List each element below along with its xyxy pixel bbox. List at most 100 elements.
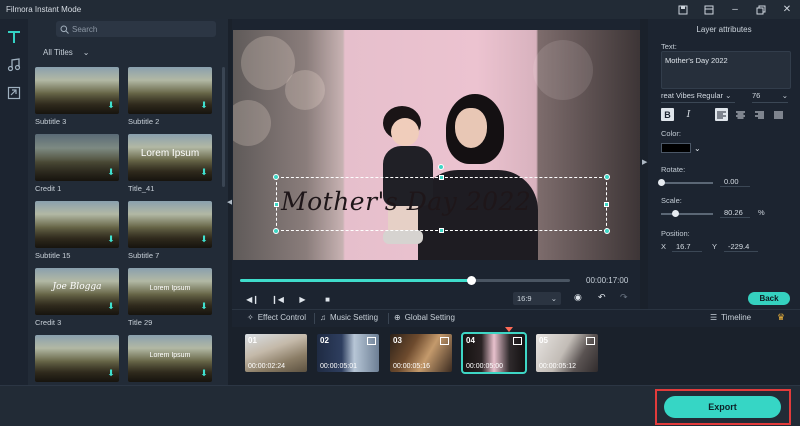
rotate-value[interactable]: 0.00 <box>720 177 750 187</box>
download-icon[interactable]: ⬇ <box>107 302 115 311</box>
tab-effect-control[interactable]: ✧ Effect Control <box>247 313 306 322</box>
color-picker[interactable]: ⌄ <box>661 142 701 154</box>
rotate-handle[interactable] <box>438 164 444 170</box>
undo-icon[interactable]: ↶ <box>598 292 606 303</box>
rotate-slider[interactable] <box>658 179 713 186</box>
title-item[interactable]: ⬇ Credit 1 <box>35 134 119 193</box>
play-icon[interactable]: ▶ <box>290 295 315 304</box>
resize-handle[interactable] <box>273 228 279 234</box>
tab-label: Effect Control <box>257 313 307 322</box>
category-filter[interactable]: All Titles ⌄ <box>43 48 90 57</box>
download-icon[interactable]: ⬇ <box>200 235 208 244</box>
scale-slider[interactable] <box>661 210 713 217</box>
slider-knob[interactable] <box>672 210 679 217</box>
progress-knob[interactable] <box>467 276 476 285</box>
thumbnail-overlay-text: Lorem Ipsum <box>149 352 191 359</box>
download-icon[interactable]: ⬇ <box>107 168 115 177</box>
scale-value[interactable]: 80.26 <box>720 208 750 218</box>
prev-frame-icon[interactable]: ◀❙ <box>240 295 265 304</box>
tab-global-setting[interactable]: ⊕ Global Setting <box>388 313 455 324</box>
collapse-right-icon[interactable]: ▶ <box>642 158 647 166</box>
font-size-select[interactable]: 76 ⌄ <box>752 91 788 103</box>
playhead-marker[interactable] <box>505 327 513 332</box>
download-icon[interactable]: ⬇ <box>107 369 115 378</box>
download-icon[interactable]: ⬇ <box>200 168 208 177</box>
clip-item[interactable]: 03 00:00:05:16 <box>390 334 452 372</box>
resize-handle[interactable] <box>604 228 610 234</box>
tab-label: Timeline <box>721 313 752 322</box>
title-item[interactable]: Lorem Ipsum ⬇ <box>128 335 212 385</box>
search-box[interactable] <box>56 21 216 37</box>
align-right-button[interactable] <box>753 108 766 121</box>
color-swatch <box>661 143 691 153</box>
music-icon[interactable] <box>0 51 28 79</box>
tab-timeline[interactable]: ☰ Timeline <box>710 313 751 322</box>
clip-duration: 00:00:05:01 <box>320 363 357 370</box>
library-scrollbar[interactable] <box>222 67 225 187</box>
title-item-label: Subtitle 7 <box>128 251 160 260</box>
title-item[interactable]: ⬇ Subtitle 7 <box>128 201 212 260</box>
close-icon[interactable]: ✕ <box>774 0 800 19</box>
title-item[interactable]: ⬇ Subtitle 15 <box>35 201 119 260</box>
font-select[interactable]: reat Vibes Regular ⌄ <box>661 91 735 103</box>
settings-tabs: ✧ Effect Control ♫ Music Setting ⊕ Global S… <box>232 309 800 327</box>
restore-icon[interactable] <box>748 0 774 19</box>
italic-button[interactable]: I <box>682 108 695 121</box>
resize-handle[interactable] <box>439 175 444 180</box>
position-y-value[interactable]: -229.4 <box>724 242 758 252</box>
resize-handle[interactable] <box>273 174 279 180</box>
progress-track[interactable] <box>240 276 570 285</box>
bokeh-light <box>285 70 325 110</box>
clip-item[interactable]: 02 00:00:05:01 <box>317 334 379 372</box>
save-icon[interactable] <box>670 0 696 19</box>
align-left-button[interactable] <box>715 108 728 121</box>
video-preview[interactable]: Mother's Day 2022 <box>233 30 640 260</box>
download-icon[interactable]: ⬇ <box>200 369 208 378</box>
crown-icon[interactable]: ♛ <box>777 312 785 323</box>
slider-knob[interactable] <box>658 179 665 186</box>
snapshot-icon[interactable]: ◉ <box>574 292 582 303</box>
clip-item[interactable]: 05 00:00:05:12 <box>536 334 598 372</box>
photo-subject <box>455 108 487 148</box>
resize-handle[interactable] <box>604 174 610 180</box>
playback-progress[interactable]: 00:00:17:00 <box>240 274 640 288</box>
download-icon[interactable]: ⬇ <box>200 101 208 110</box>
resize-handle[interactable] <box>274 202 279 207</box>
download-icon[interactable]: ⬇ <box>200 302 208 311</box>
title-item[interactable]: ⬇ <box>35 335 119 385</box>
font-size-value: 76 <box>752 91 761 100</box>
download-icon[interactable]: ⬇ <box>107 235 115 244</box>
position-x-value[interactable]: 16.7 <box>672 242 702 252</box>
search-input[interactable] <box>72 24 202 34</box>
export-button[interactable]: Export <box>664 396 781 418</box>
text-field[interactable]: Mother's Day 2022 <box>661 51 791 89</box>
stop-icon[interactable]: ■ <box>315 295 340 304</box>
minimize-icon[interactable]: – <box>722 0 748 19</box>
title-item[interactable]: Lorem Ipsum ⬇ Title 29 <box>128 268 212 327</box>
back-button[interactable]: Back <box>748 292 790 305</box>
preview-area: Mother's Day 2022 00:00:17:00 ◀❙ ❙◀ ▶ ■ … <box>232 19 640 309</box>
align-center-button[interactable] <box>734 108 747 121</box>
title-item[interactable]: Lorem Ipsum ⬇ Title_41 <box>128 134 212 193</box>
resize-handle[interactable] <box>439 228 444 233</box>
clip-item[interactable]: 01 00:00:02:24 <box>245 334 307 372</box>
download-icon[interactable]: ⬇ <box>107 101 115 110</box>
tab-music-setting[interactable]: ♫ Music Setting <box>314 313 378 324</box>
step-back-icon[interactable]: ❙◀ <box>265 295 290 304</box>
resize-handle[interactable] <box>604 202 609 207</box>
title-item[interactable]: Joe Blogga ⬇ Credit 3 <box>35 268 119 327</box>
import-icon[interactable] <box>0 79 28 107</box>
text-selection-box[interactable] <box>273 164 610 234</box>
titles-icon[interactable] <box>0 23 28 51</box>
clip-item-selected[interactable]: 04 00:00:05:00 <box>461 332 527 374</box>
bokeh-light <box>533 40 593 100</box>
thumbnail-overlay-text: Lorem Ipsum <box>149 285 191 292</box>
timeline-icon: ☰ <box>710 313 718 322</box>
title-item[interactable]: ⬇ Subtitle 3 <box>35 67 119 126</box>
title-item[interactable]: ⬇ Subtitle 2 <box>128 67 212 126</box>
aspect-ratio-select[interactable]: 16:9 ⌄ <box>513 292 561 305</box>
justify-button[interactable] <box>772 108 785 121</box>
screen-icon[interactable] <box>696 0 722 19</box>
redo-icon[interactable]: ↷ <box>620 292 628 303</box>
bold-button[interactable]: B <box>661 108 674 121</box>
